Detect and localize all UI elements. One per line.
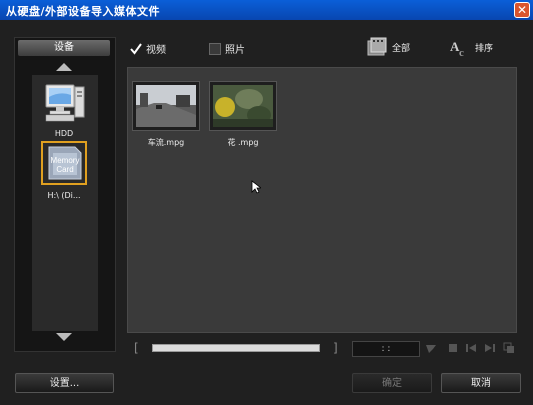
ok-button[interactable]: 确定	[352, 373, 432, 393]
file-name: 车流.mpg	[147, 138, 185, 147]
scroll-down-icon[interactable]	[56, 333, 72, 341]
computer-icon	[45, 84, 85, 122]
sort-button[interactable]: A c 排序	[449, 36, 493, 58]
video-thumbnail-image	[136, 85, 196, 127]
fullscreen-icon[interactable]	[502, 341, 516, 355]
device-header: 设备	[18, 40, 110, 56]
svg-text:c: c	[459, 47, 464, 58]
select-all-button[interactable]: 全部	[366, 36, 410, 58]
file-thumb-traffic[interactable]: 车流.mpg	[132, 81, 200, 148]
sort-label: 排序	[475, 43, 494, 54]
file-thumb-flower[interactable]: 花 .mpg	[209, 81, 277, 148]
select-all-label: 全部	[392, 43, 411, 54]
window-title: 从硬盘/外部设备导入媒体文件	[6, 5, 161, 18]
trim-start-marker[interactable]: [	[134, 341, 139, 355]
stop-icon[interactable]	[446, 341, 460, 355]
timecode-display: : :	[352, 341, 420, 357]
settings-button[interactable]: 设置...	[15, 373, 114, 393]
thumbnail-frame	[209, 81, 277, 131]
scroll-up-icon[interactable]	[56, 63, 72, 71]
title-bar: 从硬盘/外部设备导入媒体文件 ✕	[0, 0, 533, 21]
checkmark-icon	[130, 42, 142, 55]
cancel-button[interactable]: 取消	[441, 373, 521, 393]
film-icon	[367, 37, 387, 56]
photo-checkbox[interactable]	[209, 42, 221, 55]
trim-end-marker[interactable]: ]	[333, 341, 338, 355]
sort-icon: A c	[450, 39, 464, 58]
mouse-cursor-icon	[251, 180, 261, 194]
device-memory-card[interactable]: Memory Card H:\ (Di...	[40, 141, 88, 200]
device-memory-card-label: H:\ (Di...	[47, 191, 81, 200]
photo-filter-toggle[interactable]: 照片	[209, 41, 245, 56]
memory-card-icon: Memory Card	[41, 141, 87, 185]
next-frame-icon[interactable]	[483, 341, 497, 355]
device-hdd-label: HDD	[54, 129, 74, 138]
file-browser[interactable]: 车流.mpg 花 .mpg	[127, 67, 517, 333]
thumbnail-frame	[132, 81, 200, 131]
card-text-memory: Memory	[51, 156, 80, 165]
device-list: HDD Memory Card H:\ (Di...	[32, 75, 98, 331]
video-thumbnail-image	[213, 85, 273, 127]
file-name: 花 .mpg	[227, 138, 259, 147]
video-filter-label: 视频	[146, 45, 166, 56]
play-icon[interactable]	[424, 341, 438, 355]
previous-frame-icon[interactable]	[464, 341, 478, 355]
device-hdd[interactable]: HDD	[40, 83, 88, 138]
video-filter-toggle[interactable]: 视频	[130, 41, 166, 56]
card-text-card: Card	[56, 165, 73, 174]
photo-filter-label: 照片	[225, 45, 245, 56]
close-button[interactable]: ✕	[514, 2, 530, 18]
playback-progress-bar[interactable]	[152, 344, 320, 352]
